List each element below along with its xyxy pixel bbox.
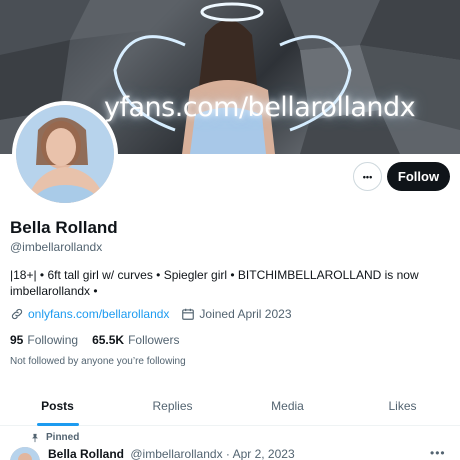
- follow-counts: 95 Following 65.5K Followers: [10, 333, 193, 347]
- post-avatar-image: [10, 447, 40, 460]
- avatar-image: [16, 105, 114, 203]
- pinned-label: Pinned: [46, 432, 79, 443]
- joined-date: Joined April 2023: [181, 307, 292, 321]
- pinned-text: Pinned: [46, 432, 80, 443]
- post-author-name[interactable]: Bella Rolland: [48, 447, 124, 460]
- profile-name: Bella Rolland: [10, 218, 118, 237]
- following-label: Following: [27, 333, 79, 347]
- link-icon: [11, 308, 23, 320]
- more-icon: •••: [362, 171, 373, 182]
- profile-handle: @imbellarollandx: [10, 240, 103, 254]
- following-link[interactable]: 95 Following: [10, 333, 78, 347]
- profile-link[interactable]: onlyfans.com/bellarollandx: [28, 307, 169, 321]
- followers-link[interactable]: 65.5K Followers: [92, 333, 179, 347]
- followers-count: 65.5K: [92, 333, 125, 347]
- tab-likes[interactable]: Likes: [345, 390, 460, 425]
- post-header: Bella Rolland @imbellarollandx · Apr 2, …: [48, 447, 295, 460]
- profile-meta: onlyfans.com/bellarollandx Joined April …: [10, 307, 292, 321]
- tab-posts[interactable]: Posts: [0, 390, 115, 426]
- profile-bio: |18+| • 6ft tall girl w/ curves • Spiegl…: [10, 268, 419, 298]
- banner-watermark: yfans.com/bellarollandx: [104, 92, 416, 123]
- tab-replies[interactable]: Replies: [115, 390, 230, 425]
- not-followed-notice: Not followed by anyone you’re following: [10, 356, 186, 367]
- follow-button[interactable]: Follow: [387, 162, 450, 191]
- following-count: 95: [10, 333, 24, 347]
- followers-label: Followers: [128, 333, 180, 347]
- post-more-icon[interactable]: •••: [430, 446, 446, 460]
- profile-avatar[interactable]: [12, 101, 118, 207]
- joined-label: Joined April 2023: [199, 307, 292, 321]
- post-avatar[interactable]: [10, 447, 40, 460]
- profile-tabs: Posts Replies Media Likes: [0, 390, 460, 426]
- more-options-button[interactable]: •••: [353, 162, 382, 191]
- post-handle-date[interactable]: @imbellarollandx · Apr 2, 2023: [130, 447, 294, 460]
- pin-icon: [32, 433, 38, 443]
- calendar-icon: [182, 308, 195, 320]
- tab-media[interactable]: Media: [230, 390, 345, 425]
